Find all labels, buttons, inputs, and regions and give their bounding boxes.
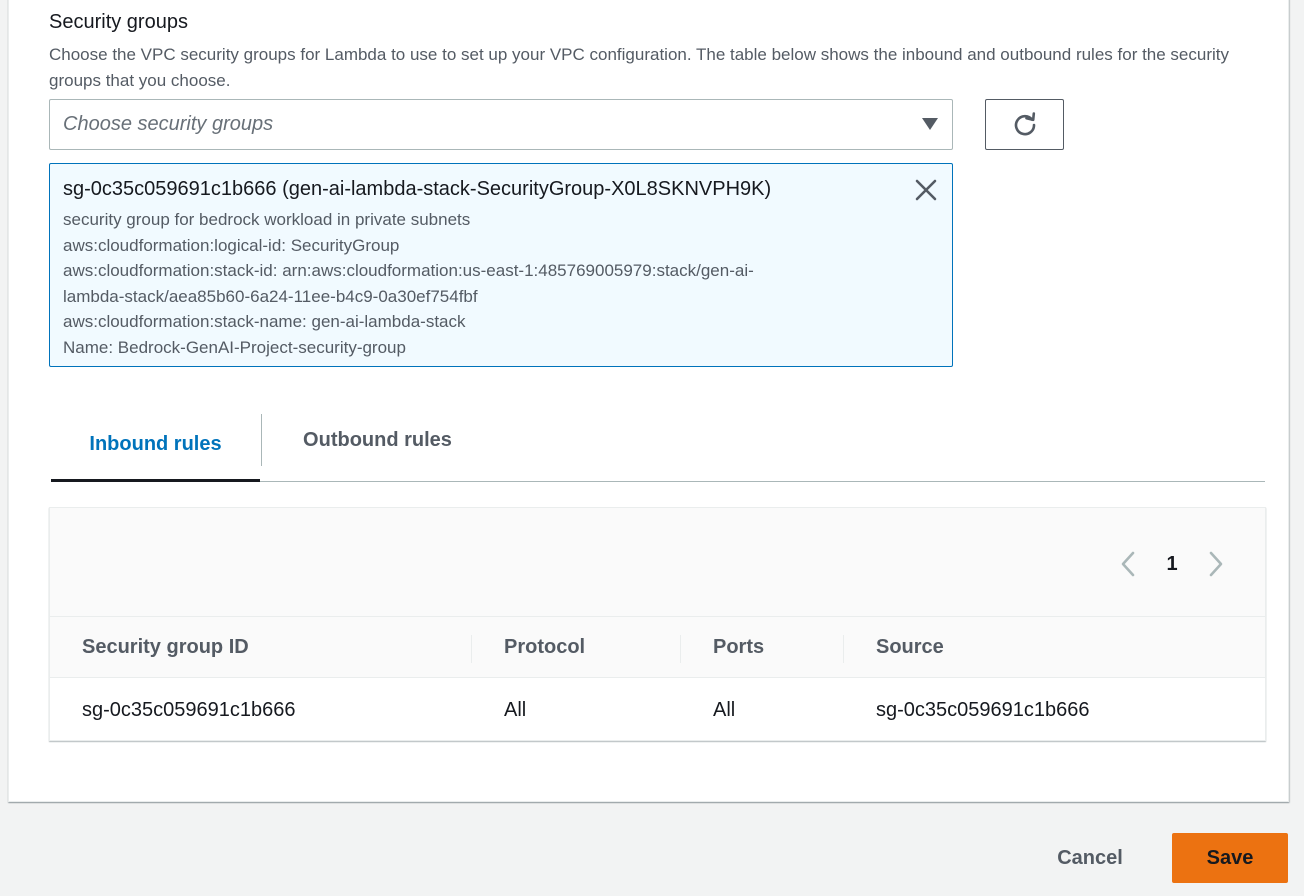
security-groups-select[interactable]: Choose security groups (49, 99, 953, 150)
tab-outbound-rules[interactable]: Outbound rules (261, 414, 493, 466)
column-divider (471, 635, 472, 663)
cancel-button[interactable]: Cancel (1040, 833, 1140, 883)
cell-ports: All (713, 698, 736, 721)
table-row: sg-0c35c059691c1b666 All All sg-0c35c059… (50, 679, 1265, 741)
column-header-source[interactable]: Source (876, 617, 944, 678)
pagination: 1 (1117, 549, 1227, 579)
token-tag: lambda-stack/aea85b60-6a24-11ee-b4c9-0a3… (63, 286, 478, 306)
token-tag: security group for bedrock workload in p… (63, 210, 471, 229)
cell-protocol: All (504, 698, 527, 721)
vpc-config-panel: Security groups Choose the VPC security … (8, 0, 1289, 802)
token-tag: aws:cloudformation:stack-name: gen-ai-la… (63, 312, 466, 332)
column-divider (680, 635, 681, 663)
token-tag: aws:cloudformation:logical-id: SecurityG… (63, 235, 400, 255)
column-header-protocol[interactable]: Protocol (504, 617, 585, 678)
token-tags: security group for bedrock workload in p… (63, 207, 913, 361)
column-header-security-group-id[interactable]: Security group ID (82, 617, 249, 678)
column-divider (843, 635, 844, 663)
rules-tabs: Inbound rules Outbound rules (51, 409, 1265, 482)
select-placeholder: Choose security groups (63, 113, 274, 135)
chevron-left-icon[interactable] (1117, 549, 1141, 579)
table-column-headers: Security group ID Protocol Ports Source (50, 617, 1265, 678)
refresh-icon (1014, 111, 1035, 135)
column-header-ports[interactable]: Ports (713, 617, 764, 678)
token-tag: Name: Bedrock-GenAI-Project-security-gro… (63, 337, 406, 357)
table-header: 1 (50, 508, 1265, 617)
page-number[interactable]: 1 (1161, 553, 1183, 576)
token-tag: aws:cloudformation:stack-id: arn:aws:clo… (63, 261, 754, 281)
section-title: Security groups (49, 11, 188, 33)
cell-source: sg-0c35c059691c1b666 (876, 698, 1090, 721)
tab-inbound-rules[interactable]: Inbound rules (51, 409, 260, 482)
rules-table: 1 Security group ID Protocol Ports Sourc… (49, 507, 1266, 741)
cell-security-group-id: sg-0c35c059691c1b666 (82, 698, 296, 721)
section-description: Choose the VPC security groups for Lambd… (49, 45, 1229, 90)
refresh-button[interactable] (985, 99, 1064, 150)
chevron-right-icon[interactable] (1203, 549, 1227, 579)
token-title: sg-0c35c059691c1b666 (gen-ai-lambda-stac… (63, 178, 772, 200)
selected-security-group-token: sg-0c35c059691c1b666 (gen-ai-lambda-stac… (49, 163, 953, 367)
save-button[interactable]: Save (1172, 833, 1288, 883)
caret-down-icon (922, 118, 938, 130)
close-icon[interactable] (914, 178, 938, 202)
